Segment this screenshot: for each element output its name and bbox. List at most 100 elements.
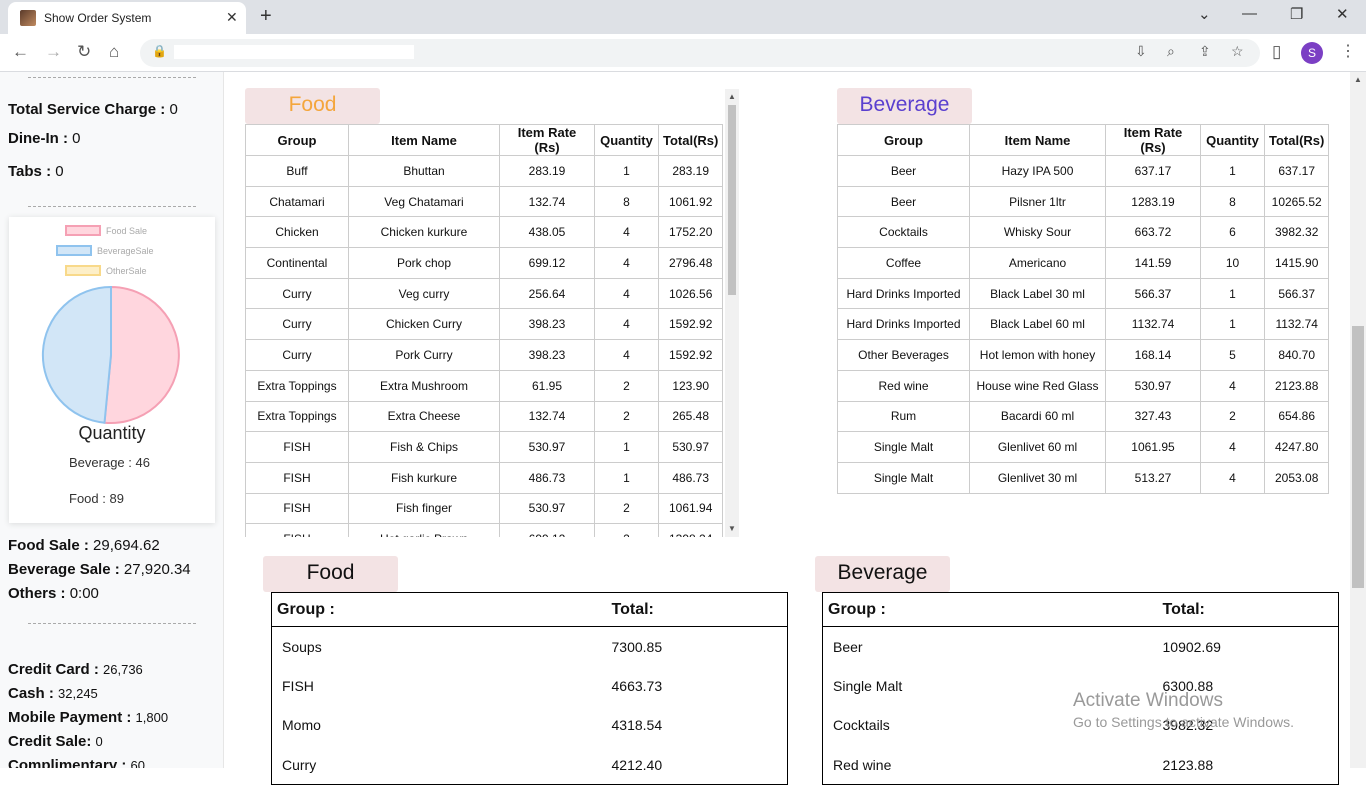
table-cell: Whisky Sour [969,216,1106,249]
back-icon[interactable]: ← [12,42,29,62]
dine-in-label: Dine-In : [8,130,68,147]
minimize-icon[interactable]: — [1242,5,1257,22]
close-tab-icon[interactable]: ✕ [226,9,238,26]
main-content: Food Group Item Name Item Rate (Rs) Quantit… [225,72,1350,785]
lock-icon[interactable]: 🔒 [152,44,167,58]
table-cell: Red wine [837,369,970,402]
legend-swatch-beverage[interactable] [56,245,92,256]
new-tab-icon[interactable]: + [260,5,272,28]
home-icon[interactable]: ⌂ [109,42,119,62]
reload-icon[interactable]: ↻ [77,42,91,62]
summary-group: Soups [282,638,322,655]
legend-other-sale[interactable]: OtherSale [106,266,147,276]
table-cell: 1 [1200,308,1265,341]
scroll-up-icon[interactable]: ▲ [1354,75,1362,84]
legend-food-sale[interactable]: Food Sale [106,226,147,236]
beverage-table-body: Beer Hazy IPA 500 637.17 1 637.17 Beer Pilsner… [837,155,1330,494]
browser-toolbar: ← → ↻ ⌂ 🔒 ⇩ ⌕ ⇪ ☆ ▯ S ⋮ [0,34,1366,72]
total-header: Total: [611,592,788,627]
table-cell: 2 [594,400,659,433]
watermark-subtitle: Go to Settings to activate Windows. [1073,714,1294,730]
dine-in-value: 0 [72,130,81,147]
install-icon[interactable]: ⇩ [1135,43,1147,60]
food-table-body: Buff Bhuttan 283.19 1 283.19 Chatamari Veg Cha… [245,155,724,537]
table-cell: 283.19 [499,155,595,187]
table-row: Extra Toppings Extra Mushroom 61.95 2 123.90 [245,369,724,402]
page-scrollbar[interactable]: ▲ [1350,72,1366,768]
table-cell: 1 [594,461,659,494]
table-cell: 1752.20 [657,216,724,249]
scroll-up-icon[interactable]: ▲ [728,92,736,101]
pie-slice-food[interactable] [103,285,180,424]
page-scrollbar-thumb[interactable] [1352,326,1364,588]
pie-slice-beverage[interactable] [41,285,112,424]
table-cell: 132.74 [499,185,595,218]
table-cell: Glenlivet 60 ml [969,431,1106,463]
address-bar[interactable]: 🔒 ⇩ ⌕ ⇪ ☆ [140,39,1260,67]
table-cell: 663.72 [1105,216,1201,249]
table-cell: 10265.52 [1263,185,1330,218]
table-cell: Veg Chatamari [348,185,500,218]
side-panel-icon[interactable]: ▯ [1272,42,1281,62]
beverage-table-header: Group Item Name Item Rate (Rs) Quantity Tota… [837,124,1330,156]
table-cell: 61.95 [499,369,595,402]
cash-row: Cash : 32,245 [8,685,98,702]
beverage-items-table: Group Item Name Item Rate (Rs) Quantity Tota… [837,124,1330,494]
table-row: Single Malt Glenlivet 30 ml 513.27 4 2053.08 [837,461,1330,494]
table-cell: 1061.92 [657,185,724,218]
table-cell: 398.23 [499,339,595,371]
table-row: Extra Toppings Extra Cheese 132.74 2 265.48 [245,400,724,433]
food-summary-table: Group : Total: Soups 7300.85 FISH 4663.73 Mom… [271,592,788,785]
table-row: Coffee Americano 141.59 10 1415.90 [837,247,1330,279]
table-cell: Americano [969,247,1106,279]
table-cell: Beer [837,155,970,187]
tab-search-icon[interactable]: ⌄ [1198,5,1211,23]
scrollbar-thumb[interactable] [728,105,736,295]
food-table-scroll[interactable]: Group Item Name Item Rate (Rs) Quantity Tota… [245,124,739,537]
table-cell: 2 [594,369,659,402]
table-cell: Extra Toppings [245,400,349,433]
table-cell: Chatamari [245,185,349,218]
credit-sale-value: 0 [95,734,103,749]
tabs-label: Tabs : [8,163,52,180]
browser-tab[interactable]: Show Order System ✕ [8,2,246,34]
table-row: Beer Pilsner 1ltr 1283.19 8 10265.52 [837,185,1330,218]
column-header: Item Name [969,124,1106,156]
table-cell: 637.17 [1105,155,1201,187]
table-cell: 1 [594,431,659,463]
food-items-table: Group Item Name Item Rate (Rs) Quantity Tota… [245,124,724,537]
mobile-payment-label: Mobile Payment : [8,709,132,726]
table-cell: Fish & Chips [348,431,500,463]
legend-swatch-food[interactable] [65,225,101,236]
forward-icon[interactable]: → [45,42,62,62]
food-table-scrollbar[interactable]: ▲ ▼ [725,89,739,537]
beverage-summary-header: Group : Total: [822,592,1339,627]
table-cell: Veg curry [348,277,500,310]
divider [28,206,196,207]
share-icon[interactable]: ⇪ [1199,43,1211,60]
restore-icon[interactable]: ❐ [1290,5,1303,23]
summary-total: 7300.85 [611,638,663,655]
profile-avatar[interactable]: S [1301,42,1323,64]
table-cell: 4 [594,277,659,310]
table-row: Continental Pork chop 699.12 4 2796.48 [245,247,724,279]
table-row: FISH Fish kurkure 486.73 1 486.73 [245,461,724,494]
close-window-icon[interactable]: ✕ [1336,5,1349,23]
table-cell: 2 [1200,400,1265,433]
legend-swatch-other[interactable] [65,265,101,276]
table-cell: 530.97 [657,431,724,463]
column-header: Item Name [348,124,500,156]
menu-icon[interactable]: ⋮ [1340,41,1356,61]
table-row: Beer Hazy IPA 500 637.17 1 637.17 [837,155,1330,187]
zoom-icon[interactable]: ⌕ [1167,43,1175,60]
table-cell: 530.97 [499,492,595,525]
table-cell: Other Beverages [837,339,970,371]
table-row: FISH Fish & Chips 530.97 1 530.97 [245,431,724,463]
legend-beverage-sale[interactable]: BeverageSale [97,246,154,256]
divider [28,77,196,78]
table-cell: 256.64 [499,277,595,310]
bookmark-star-icon[interactable]: ☆ [1231,43,1244,60]
table-cell: Hazy IPA 500 [969,155,1106,187]
table-cell: 4 [594,308,659,341]
scroll-down-icon[interactable]: ▼ [728,524,736,533]
